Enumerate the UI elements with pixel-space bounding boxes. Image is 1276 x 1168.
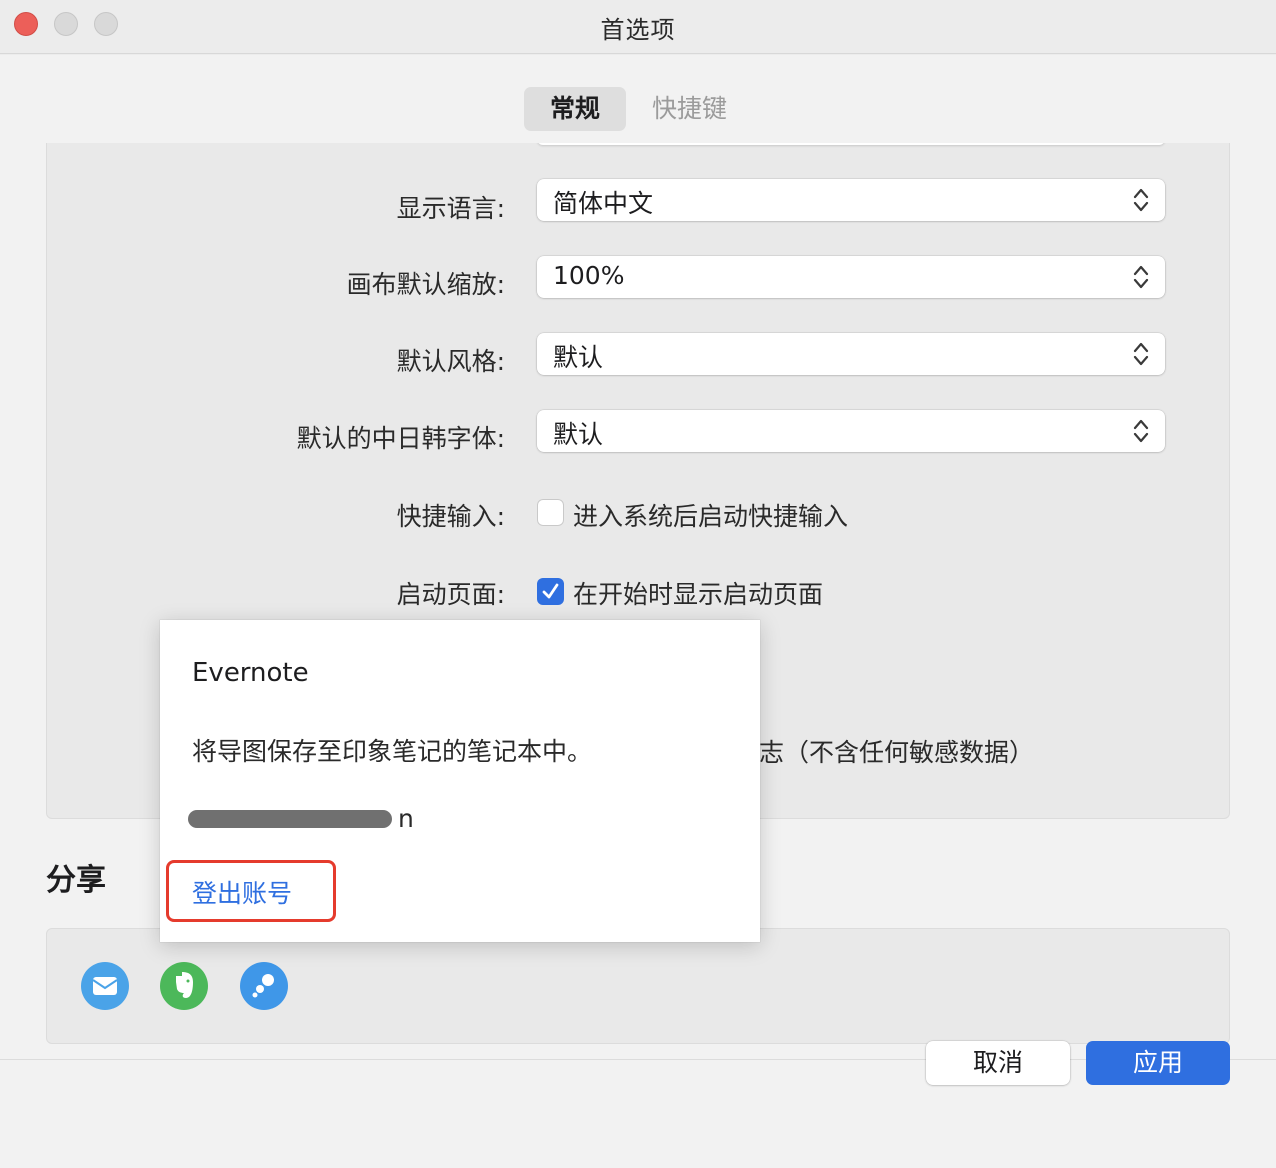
cancel-button[interactable]: 取消 — [926, 1041, 1070, 1085]
share-section-title: 分享 — [46, 863, 106, 898]
evernote-description: 将导图保存至印象笔记的笔记本中。 — [192, 737, 593, 766]
footer-divider — [0, 1059, 1276, 1060]
redacted-account — [188, 810, 392, 828]
preferences-window: 首选项 常规 快捷键 显示语言: 简体中文 画布默认缩放: 100% 默认风格:… — [0, 0, 1276, 1168]
display-language-select[interactable]: 简体中文 — [537, 179, 1165, 221]
default-style-label: 默认风格: — [396, 347, 505, 376]
updown-chevron-icon — [1133, 188, 1149, 212]
tab-shortcuts[interactable]: 快捷键 — [626, 87, 753, 131]
default-style-select[interactable]: 默认 — [537, 333, 1165, 375]
startup-page-checkbox[interactable] — [537, 578, 564, 605]
display-language-label: 显示语言: — [396, 194, 505, 223]
preferences-content: 常规 快捷键 显示语言: 简体中文 画布默认缩放: 100% 默认风格: 默认 … — [0, 55, 1276, 1168]
evernote-popover: Evernote 将导图保存至印象笔记的笔记本中。 n 登出账号 — [160, 620, 760, 942]
display-language-value: 简体中文 — [553, 189, 654, 218]
bubble-share-icon[interactable] — [240, 962, 288, 1010]
cjk-font-label: 默认的中日韩字体: — [296, 424, 505, 453]
quick-input-checkbox[interactable] — [537, 499, 564, 526]
evernote-icon[interactable] — [160, 962, 208, 1010]
updown-chevron-icon — [1133, 265, 1149, 289]
evernote-popover-title: Evernote — [192, 658, 309, 688]
log-option-label[interactable]: 志（不含任何敏感数据） — [759, 733, 1034, 769]
updown-chevron-icon — [1133, 342, 1149, 366]
quick-input-option-label[interactable]: 进入系统后启动快捷输入 — [573, 497, 848, 533]
canvas-zoom-select[interactable]: 100% — [537, 256, 1165, 298]
tab-bar: 常规 快捷键 — [524, 87, 753, 132]
checkmark-icon — [542, 583, 559, 599]
tab-general[interactable]: 常规 — [524, 87, 627, 131]
apply-button[interactable]: 应用 — [1086, 1041, 1230, 1085]
quick-input-label: 快捷输入: — [396, 502, 505, 531]
canvas-zoom-label: 画布默认缩放: — [346, 270, 505, 299]
canvas-zoom-value: 100% — [553, 261, 625, 290]
account-text: n — [398, 804, 414, 833]
logout-link[interactable]: 登出账号 — [192, 874, 292, 910]
cjk-font-value: 默认 — [553, 420, 604, 449]
startup-page-label: 启动页面: — [396, 580, 505, 609]
share-panel — [46, 928, 1230, 1044]
cjk-font-select[interactable]: 默认 — [537, 410, 1165, 452]
scrolled-select-edge — [537, 143, 1165, 145]
updown-chevron-icon — [1133, 419, 1149, 443]
titlebar: 首选项 — [0, 0, 1276, 54]
startup-page-option-label[interactable]: 在开始时显示启动页面 — [573, 575, 823, 611]
default-style-value: 默认 — [553, 343, 604, 372]
mail-icon[interactable] — [81, 962, 129, 1010]
window-title: 首选项 — [600, 16, 676, 44]
